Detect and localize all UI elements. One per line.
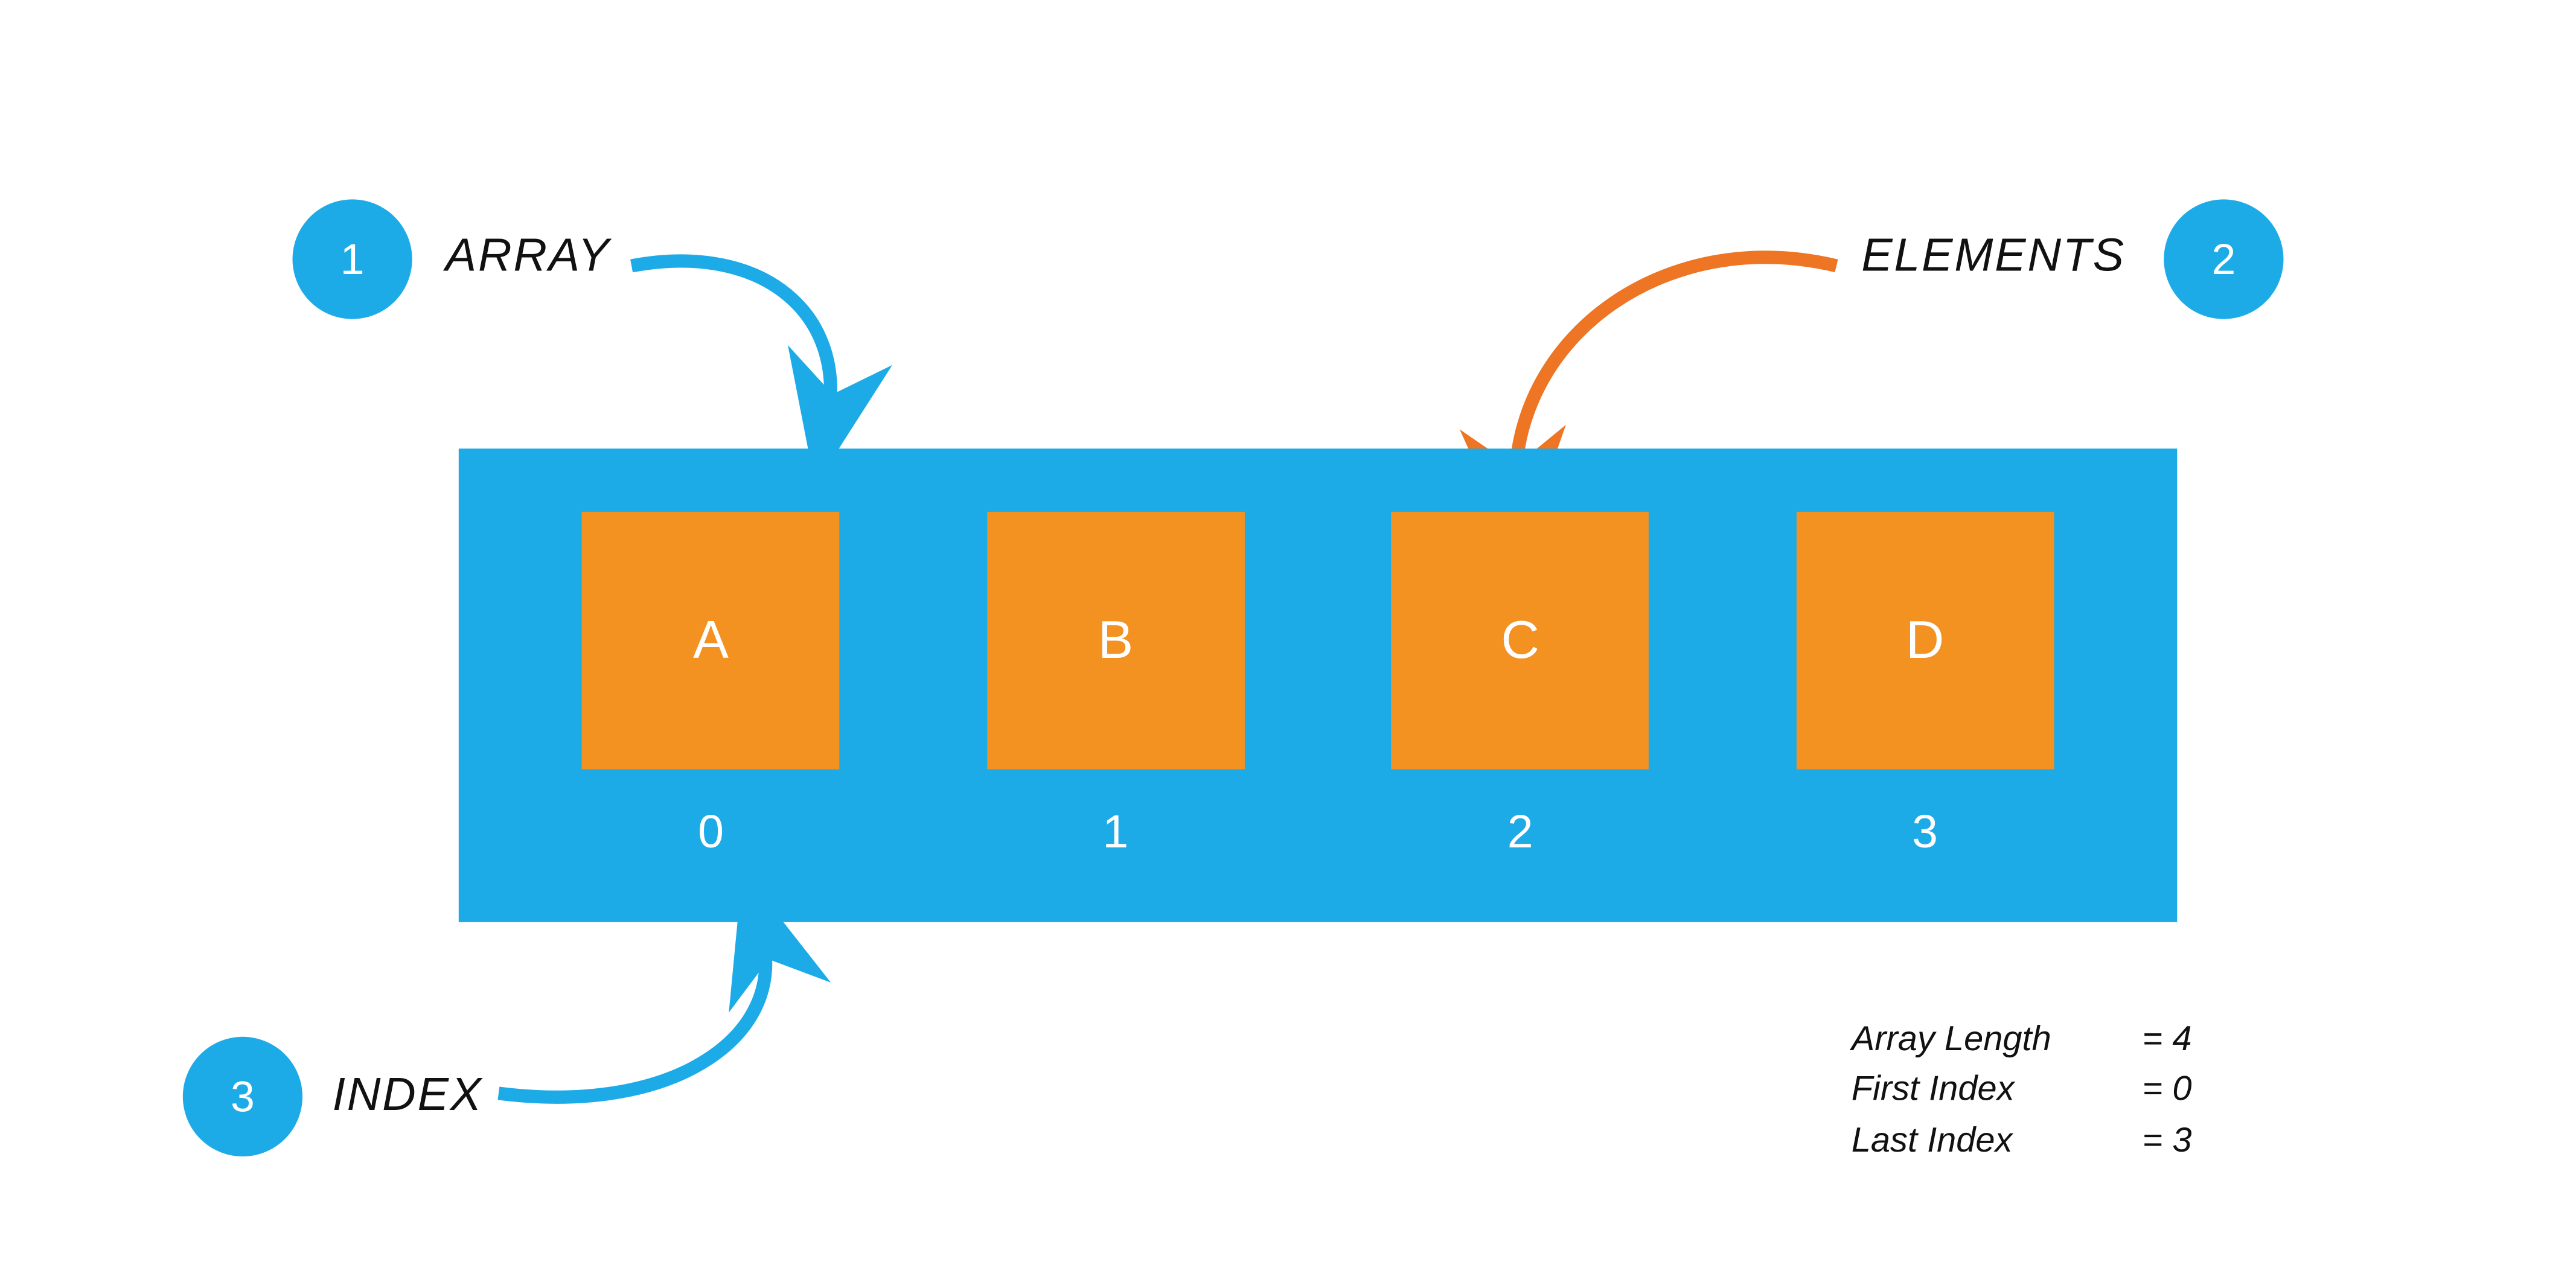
index-label: INDEX <box>333 1068 483 1121</box>
info-row: First Index = 0 <box>1852 1066 2192 1117</box>
badge-array: 1 <box>293 199 412 319</box>
badge-index: 3 <box>183 1037 302 1156</box>
badge-elements: 2 <box>2164 199 2283 319</box>
info-row: Array Length = 4 <box>1852 1015 2192 1066</box>
array-slot: C 2 <box>1392 512 1649 859</box>
array-element-value: C <box>1501 610 1539 671</box>
arrow-index-icon <box>482 914 848 1130</box>
array-slot: B 1 <box>987 512 1245 859</box>
array-index-label: 2 <box>1507 806 1533 859</box>
info-val: = 4 <box>2142 1015 2191 1066</box>
info-val: = 3 <box>2142 1117 2191 1167</box>
badge-array-number: 1 <box>340 234 365 285</box>
info-val: = 0 <box>2142 1066 2191 1117</box>
arrow-array-icon <box>615 225 881 457</box>
badge-elements-number: 2 <box>2211 234 2236 285</box>
badge-index-number: 3 <box>231 1071 255 1122</box>
array-element: B <box>987 512 1245 770</box>
array-element-value: B <box>1098 610 1134 671</box>
array-element-value: A <box>693 610 729 671</box>
elements-label: ELEMENTS <box>1861 229 2126 282</box>
info-key: Last Index <box>1852 1117 2143 1167</box>
info-key: Array Length <box>1852 1015 2143 1066</box>
array-container: A 0 B 1 C 2 D 3 <box>459 448 2178 922</box>
array-slot: D 3 <box>1796 512 2054 859</box>
array-label: ARRAY <box>446 229 611 282</box>
array-slot: A 0 <box>582 512 840 859</box>
array-index-label: 1 <box>1102 806 1128 859</box>
info-panel: Array Length = 4 First Index = 0 Last In… <box>1852 1015 2192 1167</box>
array-element: D <box>1796 512 2054 770</box>
array-index-label: 3 <box>1912 806 1938 859</box>
array-element: A <box>582 512 840 770</box>
array-index-label: 0 <box>698 806 724 859</box>
array-element-value: D <box>1906 610 1945 671</box>
info-key: First Index <box>1852 1066 2143 1117</box>
array-element: C <box>1392 512 1649 770</box>
info-row: Last Index = 3 <box>1852 1117 2192 1167</box>
